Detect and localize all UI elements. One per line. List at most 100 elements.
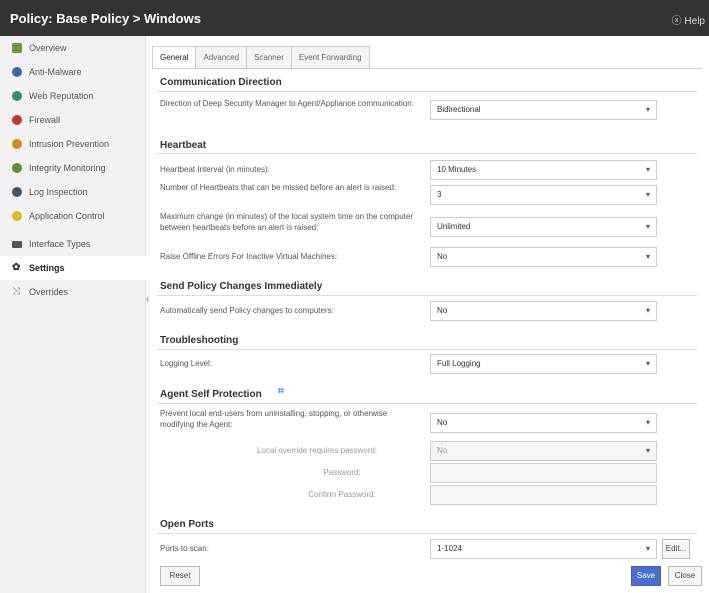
logging-level-label: Logging Level: — [160, 359, 213, 368]
sidebar-item-firewall[interactable]: Firewall — [0, 108, 146, 132]
direction-value: Bidirectional — [437, 105, 481, 114]
settings-panel: Communication Direction Direction of Dee… — [152, 68, 702, 559]
sidebar-item-label: Overview — [29, 43, 67, 53]
section-open-ports-title: Open Ports — [160, 519, 214, 530]
direction-select[interactable]: Bidirectional ▾ — [430, 100, 657, 120]
missed-heartbeats-select[interactable]: 3 ▾ — [430, 185, 657, 205]
sidebar-item-intrusion-prevention[interactable]: Intrusion Prevention — [0, 132, 146, 156]
divider — [157, 91, 697, 92]
logging-level-select[interactable]: Full Logging ▾ — [430, 354, 657, 374]
close-button[interactable]: Close — [668, 566, 702, 586]
section-communication-title: Communication Direction — [160, 77, 282, 88]
offline-errors-select[interactable]: No ▾ — [430, 247, 657, 267]
direction-label: Direction of Deep Security Manager to Ag… — [160, 99, 414, 108]
chevron-down-icon: ▾ — [645, 446, 650, 455]
offline-errors-label: Raise Offline Errors For Inactive Virtua… — [160, 252, 338, 261]
chevron-down-icon: ▾ — [645, 165, 650, 174]
confirm-password-field[interactable] — [430, 485, 657, 505]
sidebar-item-label: Integrity Monitoring — [29, 163, 106, 173]
override-password-select[interactable]: No ▾ — [430, 441, 657, 461]
divider — [157, 295, 697, 296]
chevron-down-icon: ▾ — [645, 306, 650, 315]
sidebar-item-integrity-monitoring[interactable]: Integrity Monitoring — [0, 156, 146, 180]
chevron-down-icon: ▾ — [645, 222, 650, 231]
anti-malware-icon — [12, 67, 22, 77]
integrity-monitoring-icon — [12, 163, 22, 173]
sidebar: Overview Anti-Malware Web Reputation Fir… — [0, 36, 146, 593]
intrusion-prevention-icon — [12, 139, 22, 149]
divider — [157, 533, 697, 534]
section-self-protection-title: Agent Self Protection — [160, 389, 262, 400]
heartbeat-interval-value: 10 Minutes — [437, 165, 477, 174]
section-send-policy-title: Send Policy Changes Immediately — [160, 281, 323, 292]
ports-to-scan-label: Ports to scan: — [160, 544, 209, 553]
override-password-label: Local override requires password: — [257, 446, 378, 455]
clock-change-value: Unlimited — [437, 222, 471, 231]
prevent-uninstall-label: Prevent local end-users from uninstallin… — [160, 409, 388, 429]
clock-change-select[interactable]: Unlimited ▾ — [430, 217, 657, 237]
sidebar-item-label: Settings — [29, 263, 65, 273]
sidebar-item-label: Overrides — [29, 287, 69, 297]
auto-send-label: Automatically send Policy changes to com… — [160, 306, 334, 315]
sidebar-item-overrides[interactable]: ⤨ Overrides — [0, 280, 146, 304]
divider — [157, 349, 697, 350]
overview-icon — [12, 43, 22, 53]
sidebar-item-label: Application Control — [29, 211, 105, 221]
sidebar-item-web-reputation[interactable]: Web Reputation — [0, 84, 146, 108]
save-button[interactable]: Save — [631, 566, 661, 586]
application-control-icon — [12, 211, 22, 221]
sidebar-item-anti-malware[interactable]: Anti-Malware — [0, 60, 146, 84]
chevron-down-icon: ▾ — [645, 252, 650, 261]
page-title: Policy: Base Policy > Windows — [10, 11, 201, 26]
sidebar-item-label: Intrusion Prevention — [29, 139, 110, 149]
missed-heartbeats-value: 3 — [437, 190, 442, 199]
confirm-password-label: Confirm Password: — [308, 490, 376, 499]
tab-scanner[interactable]: Scanner — [246, 46, 292, 68]
tab-bar: General Advanced Scanner Event Forwardin… — [152, 46, 370, 68]
password-field[interactable] — [430, 463, 657, 483]
section-troubleshooting-title: Troubleshooting — [160, 335, 239, 346]
sidebar-item-label: Log Inspection — [29, 187, 88, 197]
prevent-uninstall-select[interactable]: No ▾ — [430, 413, 657, 433]
sidebar-item-label: Anti-Malware — [29, 67, 82, 77]
sidebar-item-label: Web Reputation — [29, 91, 94, 101]
interface-types-icon — [12, 240, 22, 248]
edit-ports-button[interactable]: Edit... — [662, 539, 690, 559]
tab-event-forwarding[interactable]: Event Forwarding — [290, 46, 370, 68]
help-link[interactable]: ⓧ Help — [672, 12, 705, 27]
sidebar-item-label: Interface Types — [29, 239, 91, 249]
auto-send-value: No — [437, 306, 448, 315]
web-reputation-icon — [12, 91, 22, 101]
reset-button[interactable]: Reset — [160, 566, 200, 586]
chevron-down-icon: ▾ — [645, 190, 650, 199]
section-heartbeat-title: Heartbeat — [160, 140, 207, 151]
chevron-down-icon: ▾ — [645, 105, 650, 114]
tab-advanced[interactable]: Advanced — [195, 46, 248, 68]
gear-icon: ✿ — [12, 262, 21, 273]
firewall-icon — [12, 115, 22, 125]
sidebar-item-application-control[interactable]: Application Control — [0, 204, 146, 228]
sidebar-item-interface-types[interactable]: Interface Types — [0, 232, 146, 256]
ports-to-scan-value: 1-1024 — [437, 544, 462, 553]
override-password-value: No — [437, 446, 448, 455]
chevron-down-icon: ▾ — [645, 544, 650, 553]
clock-change-label: Maximum change (in minutes) of the local… — [160, 212, 413, 232]
divider — [157, 403, 697, 404]
tab-general[interactable]: General — [152, 46, 197, 68]
password-label: Password: — [323, 468, 361, 477]
overrides-icon: ⤨ — [12, 286, 20, 297]
heartbeat-interval-select[interactable]: 10 Minutes ▾ — [430, 160, 657, 180]
missed-heartbeats-label: Number of Heartbeats that can be missed … — [160, 183, 397, 192]
sidebar-item-log-inspection[interactable]: Log Inspection — [0, 180, 146, 204]
sidebar-item-settings[interactable]: ✿ Settings — [0, 256, 146, 280]
title-bar: Policy: Base Policy > Windows ⓧ Help — [0, 0, 709, 36]
auto-send-select[interactable]: No ▾ — [430, 301, 657, 321]
windows-icon: ⌗ — [278, 386, 284, 397]
prevent-uninstall-value: No — [437, 418, 448, 427]
ports-to-scan-select[interactable]: 1-1024 ▾ — [430, 539, 657, 559]
chevron-down-icon: ▾ — [645, 359, 650, 368]
log-inspection-icon — [12, 187, 22, 197]
sidebar-item-overview[interactable]: Overview — [0, 36, 146, 60]
logging-level-value: Full Logging — [437, 359, 481, 368]
chevron-down-icon: ▾ — [645, 418, 650, 427]
